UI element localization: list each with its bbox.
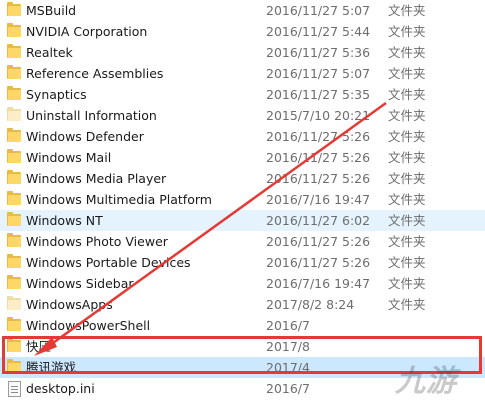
watermark-logo: 九游 — [395, 364, 457, 399]
annotation-arrow — [34, 101, 387, 356]
